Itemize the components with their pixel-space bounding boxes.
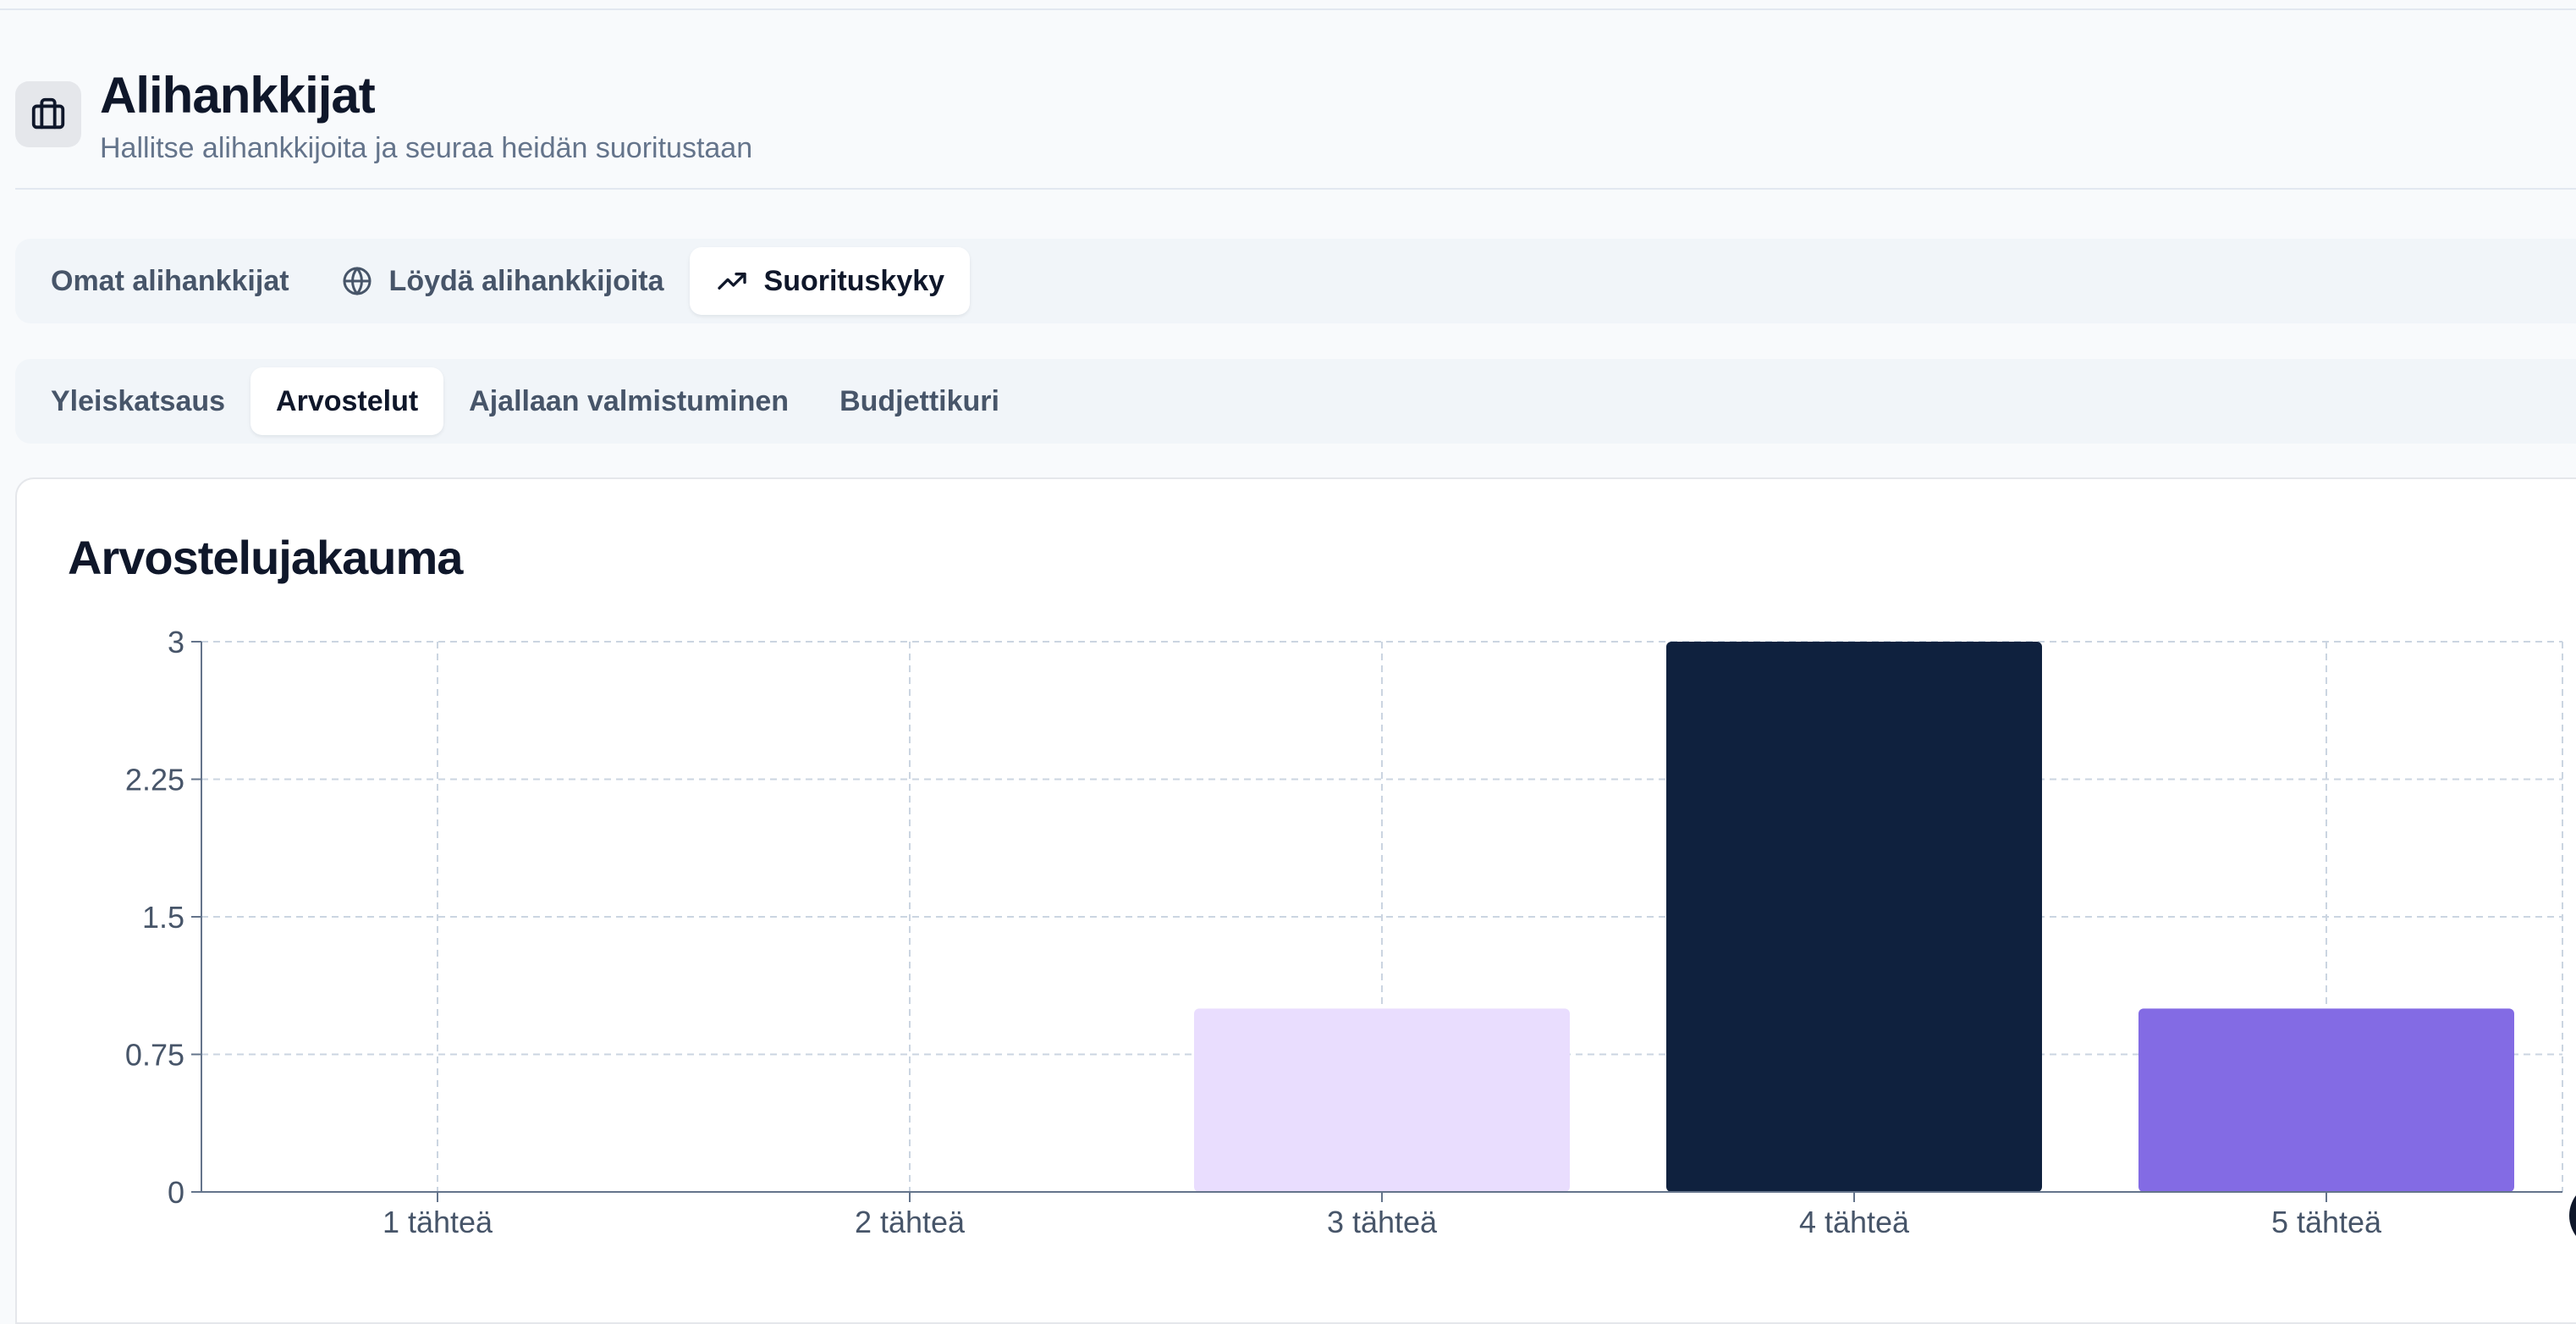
x-tick-label: 4 tähteä <box>1799 1205 1910 1239</box>
x-tick-label: 3 tähteä <box>1327 1205 1438 1239</box>
bar <box>1666 642 2042 1192</box>
y-tick-label: 0.75 <box>125 1038 184 1073</box>
bar <box>2138 1008 2514 1192</box>
tab-label: Budjettikuri <box>839 384 999 417</box>
top-divider <box>0 0 2576 10</box>
tab-label: Yleiskatsaus <box>51 384 226 417</box>
tab-suorituskyky[interactable]: Suorituskyky <box>689 247 971 315</box>
trending-up-icon <box>715 264 749 298</box>
y-tick-label: 1.5 <box>142 900 184 935</box>
rating-bar-chart: 0 0.75 1.5 2.25 3 1 tähteä 2 tähteä 3 tähteä 4 t… <box>125 625 2563 1239</box>
y-tick-label: 3 <box>168 625 184 659</box>
tab-omat-alihankkijat[interactable]: Omat alihankkijat <box>25 247 315 315</box>
tab-label: Ajallaan valmistuminen <box>469 384 790 417</box>
tab-yleiskatsaus[interactable]: Yleiskatsaus <box>25 367 250 435</box>
tab-loyda-alihankkijoita[interactable]: Löydä alihankkijoita <box>315 247 690 315</box>
tab-label: Löydä alihankkijoita <box>388 264 664 297</box>
tab-budjettikuri[interactable]: Budjettikuri <box>814 367 1025 435</box>
briefcase-icon <box>15 81 81 147</box>
page-title: Alihankkijat <box>100 67 376 124</box>
x-tick-label: 5 tähteä <box>2271 1205 2382 1239</box>
x-tick-label: 2 tähteä <box>855 1205 966 1239</box>
y-tick-label: 0 <box>168 1175 184 1210</box>
main-tabs: Omat alihankkijat Löydä alihankkijoita S… <box>15 239 2576 323</box>
tab-label: Omat alihankkijat <box>51 264 289 297</box>
sub-tabs: Yleiskatsaus Arvostelut Ajallaan valmist… <box>15 359 2576 444</box>
page-header: Alihankkijat Hallitse alihankkijoita ja … <box>15 51 2576 190</box>
bar <box>1194 1008 1570 1192</box>
tab-label: Suorituskyky <box>763 264 945 297</box>
tab-ajallaan-valmistuminen[interactable]: Ajallaan valmistuminen <box>443 367 814 435</box>
page-subtitle: Hallitse alihankkijoita ja seuraa heidän… <box>100 132 753 164</box>
rating-distribution-card: Arvostelujakauma 0 0.75 1.5 2.25 3 1 tähteä 2 … <box>15 477 2576 1324</box>
globe-icon <box>340 264 374 298</box>
x-tick-label: 1 tähteä <box>383 1205 493 1239</box>
tab-arvostelut[interactable]: Arvostelut <box>250 367 444 435</box>
y-tick-label: 2.25 <box>125 763 184 797</box>
tab-label: Arvostelut <box>276 384 419 417</box>
